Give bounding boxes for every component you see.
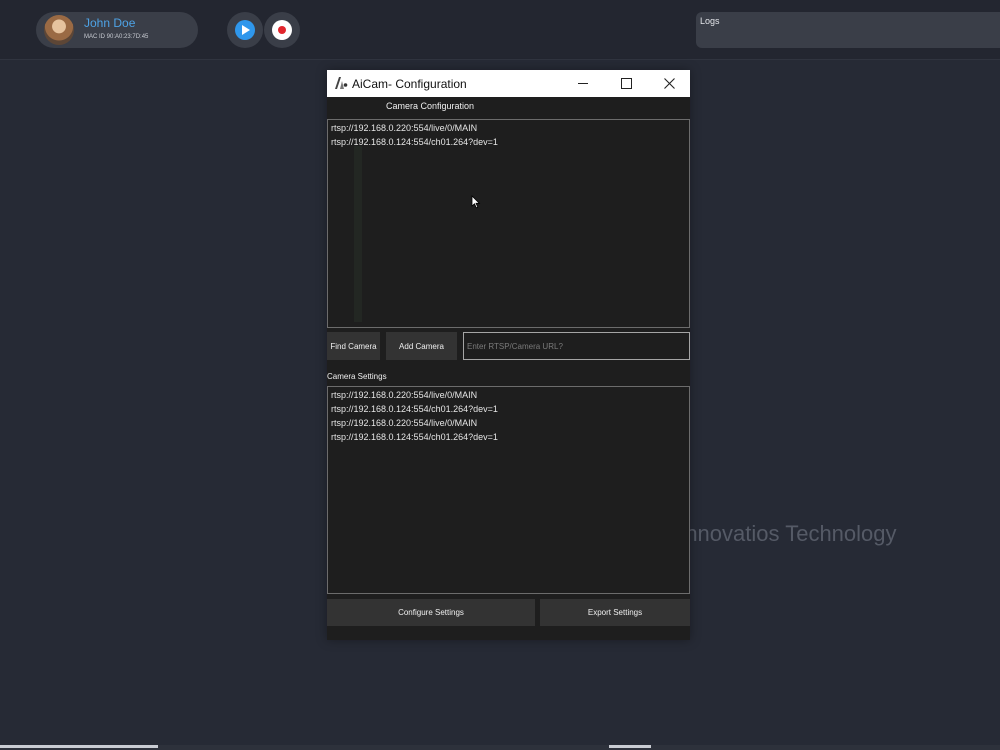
maximize-icon[interactable]	[604, 70, 648, 97]
watermark: ©Innovatios Technology	[663, 521, 897, 546]
mouse-cursor-icon	[471, 195, 481, 209]
list-item[interactable]: rtsp://192.168.0.124:554/ch01.264?dev=1	[331, 404, 498, 414]
camera-list[interactable]: rtsp://192.168.0.220:554/live/0/MAIN rts…	[327, 119, 690, 328]
window-title: AiCam- Configuration	[352, 77, 467, 91]
close-icon[interactable]	[647, 70, 691, 97]
user-name: John Doe	[84, 16, 136, 30]
camera-configuration-title: Camera Configuration	[386, 101, 475, 111]
user-profile[interactable]: John Doe MAC ID 90:A0:23:7D:45	[36, 12, 198, 48]
configuration-window: AiCam- Configuration Camera Configuratio…	[327, 70, 690, 640]
configure-settings-button[interactable]: Configure Settings	[327, 599, 535, 626]
list-divider	[354, 146, 362, 322]
find-camera-button[interactable]: Find Camera	[327, 332, 380, 360]
play-icon	[235, 20, 255, 40]
mac-id: MAC ID 90:A0:23:7D:45	[84, 34, 149, 40]
record-button[interactable]	[264, 12, 300, 48]
list-item[interactable]: rtsp://192.168.0.220:554/live/0/MAIN	[331, 418, 477, 428]
export-settings-button[interactable]: Export Settings	[540, 599, 690, 626]
taskbar-edge	[0, 745, 1000, 750]
add-camera-button[interactable]: Add Camera	[386, 332, 457, 360]
record-icon	[272, 20, 292, 40]
avatar	[44, 15, 74, 45]
minimize-icon[interactable]	[561, 70, 605, 97]
list-item[interactable]: rtsp://192.168.0.220:554/live/0/MAIN	[331, 390, 477, 400]
list-item[interactable]: rtsp://192.168.0.124:554/ch01.264?dev=1	[331, 432, 498, 442]
camera-url-input[interactable]	[463, 332, 690, 360]
play-button[interactable]	[227, 12, 263, 48]
camera-settings-label: Camera Settings	[327, 372, 387, 381]
list-item[interactable]: rtsp://192.168.0.124:554/ch01.264?dev=1	[331, 137, 498, 147]
top-bar: John Doe MAC ID 90:A0:23:7D:45 Logs	[0, 0, 1000, 60]
aicam-logo-icon	[334, 76, 348, 90]
window-titlebar[interactable]: AiCam- Configuration	[327, 70, 690, 97]
list-item[interactable]: rtsp://192.168.0.220:554/live/0/MAIN	[331, 123, 477, 133]
logs-panel[interactable]: Logs	[696, 12, 1000, 48]
logs-label: Logs	[700, 16, 720, 26]
camera-settings-list[interactable]: rtsp://192.168.0.220:554/live/0/MAIN rts…	[327, 386, 690, 594]
